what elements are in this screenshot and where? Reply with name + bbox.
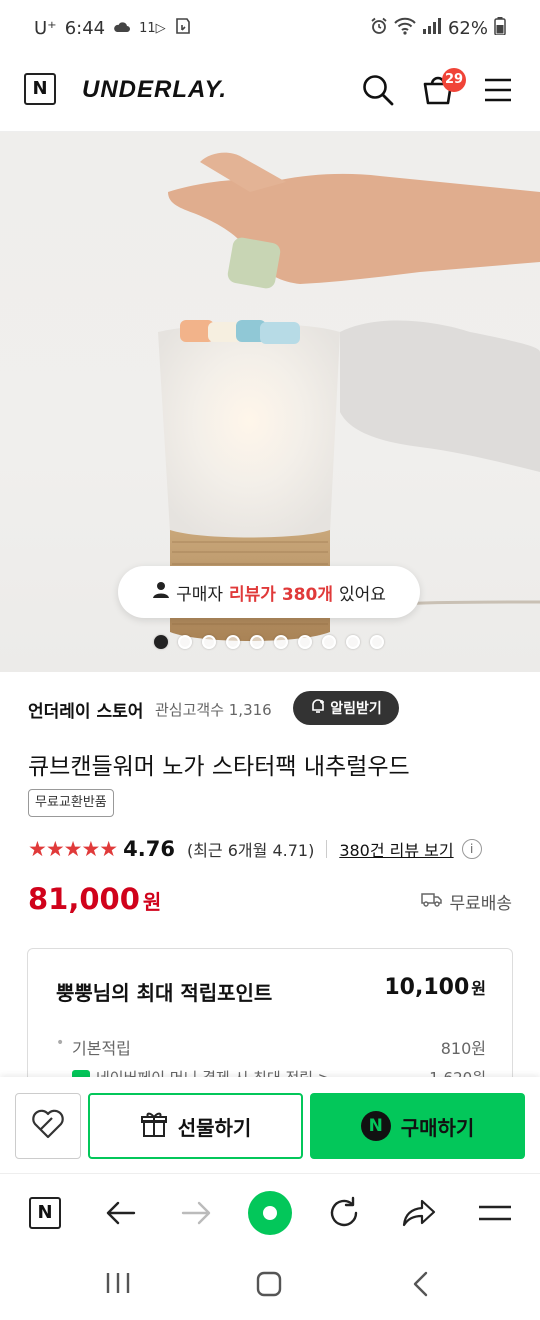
points-box: 뿡뿡님의 최대 적립포인트 10,100원 • 기본적립 810원 네이버페이 … [27, 948, 513, 1088]
gift-label: 선물하기 [177, 1115, 252, 1140]
truck-icon [421, 891, 443, 912]
carousel-dot[interactable] [322, 635, 336, 649]
carousel-dot[interactable] [250, 635, 264, 649]
price-unit: 원 [142, 890, 162, 914]
review-suffix: 있어요 [338, 584, 386, 605]
battery-percent: 62% [447, 18, 488, 39]
heart-link-icon [30, 1107, 66, 1145]
product-image-carousel[interactable]: 구매자 리뷰가 380개 있어요 [0, 132, 540, 672]
carousel-dot[interactable] [346, 635, 360, 649]
store-name[interactable]: 언더레이 스토어 [28, 697, 143, 722]
points-total-unit: 원 [471, 979, 486, 998]
basic-points-value: 810원 [440, 1039, 486, 1058]
user-icon [152, 581, 170, 604]
wishlist-button[interactable] [15, 1093, 81, 1159]
carousel-dot[interactable] [154, 635, 168, 649]
carousel-dot[interactable] [226, 635, 240, 649]
app-header: N UNDERLAY. 29 [0, 56, 540, 132]
rating-row: ★★★★★ 4.76 (최근 6개월 4.71) 380건 리뷰 보기 i [28, 837, 482, 861]
recent-rating: (최근 6개월 4.71) [186, 841, 315, 860]
rating-value: 4.76 [123, 837, 175, 861]
subscribe-alarm-button[interactable]: 알림받기 [293, 691, 399, 725]
points-total: 10,100 원 [384, 975, 486, 1000]
carousel-indicator [154, 635, 384, 649]
forward-icon[interactable] [173, 1190, 219, 1236]
basic-points-label: 기본적립 [72, 1039, 131, 1058]
points-title: 뿡뿡님의 최대 적립포인트 [56, 981, 273, 1005]
store-brand-logo[interactable]: UNDERLAY. [82, 76, 227, 104]
clock: 6:44 [64, 18, 106, 39]
carousel-dot[interactable] [370, 635, 384, 649]
browser-menu-icon[interactable] [472, 1190, 518, 1236]
purchase-action-bar: 선물하기 N 구매하기 [0, 1077, 540, 1173]
carrier-label: U⁺ [34, 18, 57, 39]
price: 81,000 원 [28, 882, 161, 916]
points-total-value: 10,100 [384, 975, 470, 1000]
battery-icon [494, 17, 506, 40]
android-navigation-bar [0, 1251, 540, 1320]
cart-count-badge: 29 [442, 68, 466, 92]
review-link[interactable]: 380건 리뷰 보기 [339, 837, 453, 861]
carousel-dot[interactable] [202, 635, 216, 649]
product-title: 큐브캔들워머 노가 스타터팩 내추럴우드 [28, 754, 410, 780]
divider [326, 840, 328, 858]
bell-plus-icon [310, 698, 326, 718]
shipping-info: 무료배송 [421, 889, 512, 914]
signal-icon [422, 18, 442, 39]
buy-button[interactable]: N 구매하기 [310, 1093, 525, 1159]
price-value: 81,000 [28, 882, 140, 916]
wifi-icon [394, 17, 416, 40]
gift-icon [140, 1110, 168, 1143]
status-right: 62% [370, 17, 506, 40]
naver-n-icon: N [29, 1197, 61, 1229]
back-nav-icon[interactable] [408, 1270, 432, 1302]
browser-toolbar: N [0, 1173, 540, 1251]
star-rating-icons: ★★★★★ [28, 837, 118, 861]
watcher-count: 관심고객수 1,316 [155, 701, 272, 719]
carousel-dot[interactable] [274, 635, 288, 649]
status-bar: U⁺ 6:44 11▷ 62% [0, 0, 540, 56]
buy-label: 구매하기 [400, 1115, 475, 1140]
share-icon[interactable] [396, 1190, 442, 1236]
carousel-dot[interactable] [298, 635, 312, 649]
weather-icon [113, 18, 131, 39]
naver-home-logo[interactable]: N [24, 73, 56, 105]
free-return-tag: 무료교환반품 [28, 789, 114, 817]
menu-icon[interactable] [482, 74, 514, 110]
gift-button[interactable]: 선물하기 [88, 1093, 303, 1159]
review-count-pill[interactable]: 구매자 리뷰가 380개 있어요 [118, 566, 420, 618]
home-button[interactable] [247, 1190, 293, 1236]
refresh-icon[interactable] [321, 1190, 367, 1236]
notification-icon [174, 17, 192, 40]
naver-home-button[interactable]: N [22, 1190, 68, 1236]
npay-logo-icon: N [360, 1111, 391, 1141]
home-nav-icon[interactable] [256, 1271, 282, 1301]
green-home-icon [248, 1191, 292, 1235]
info-icon[interactable]: i [461, 839, 482, 859]
back-icon[interactable] [98, 1190, 144, 1236]
recent-apps-icon[interactable] [104, 1271, 132, 1299]
status-extra: 11▷ [139, 21, 166, 36]
alarm-label: 알림받기 [330, 701, 382, 717]
search-icon[interactable] [360, 72, 396, 112]
review-prefix: 구매자 [176, 584, 224, 605]
shipping-label: 무료배송 [449, 894, 512, 914]
bullet: • [56, 1035, 65, 1051]
review-highlight: 리뷰가 380개 [229, 584, 333, 605]
alarm-icon [370, 17, 388, 40]
carousel-dot[interactable] [178, 635, 192, 649]
status-left: U⁺ 6:44 11▷ [34, 17, 192, 40]
